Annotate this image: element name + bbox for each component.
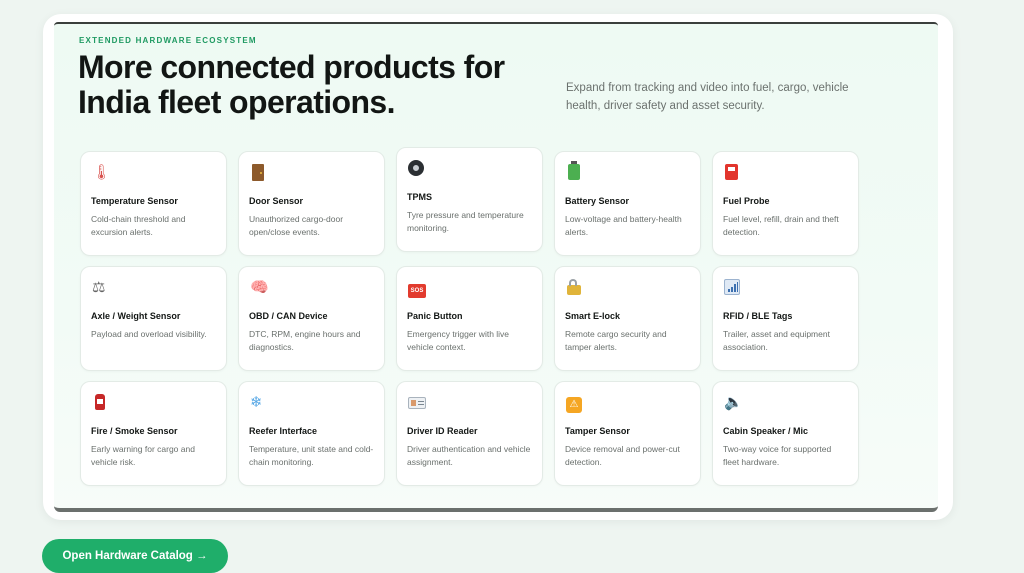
product-desc: Temperature, unit state and cold-chain m… bbox=[249, 444, 374, 467]
open-hardware-catalog-button[interactable]: Open Hardware Catalog → bbox=[42, 539, 228, 573]
tamper-icon: ⚠ bbox=[566, 394, 584, 413]
product-desc: Two-way voice for supported fleet hardwa… bbox=[723, 444, 832, 467]
product-desc: Driver authentication and vehicle assign… bbox=[407, 444, 531, 467]
battery-icon bbox=[566, 161, 584, 182]
product-title: Reefer Interface bbox=[249, 426, 318, 436]
product-title: Battery Sensor bbox=[565, 196, 630, 206]
tire-icon bbox=[408, 160, 426, 178]
product-desc: Remote cargo security and tamper alerts. bbox=[565, 329, 667, 352]
product-card-driver-id-reader[interactable]: Driver ID Reader Driver authentication a… bbox=[396, 381, 543, 486]
product-desc: Fuel level, refill, drain and theft dete… bbox=[723, 214, 839, 237]
product-desc: Tyre pressure and temperature monitoring… bbox=[407, 210, 524, 233]
speaker-icon: 🔈 bbox=[724, 394, 743, 411]
product-title: OBD / CAN Device bbox=[249, 311, 328, 321]
product-card-tpms[interactable]: TPMS Tyre pressure and temperature monit… bbox=[396, 147, 543, 252]
product-card-tamper-sensor[interactable]: ⚠ Tamper Sensor Device removal and power… bbox=[554, 381, 701, 486]
product-card-rfid-ble-tags[interactable]: RFID / BLE Tags Trailer, asset and equip… bbox=[712, 266, 859, 371]
scale-icon: ⚖ bbox=[92, 279, 106, 296]
product-title: Cabin Speaker / Mic bbox=[723, 426, 809, 436]
product-title: Driver ID Reader bbox=[407, 426, 478, 436]
product-desc: DTC, RPM, engine hours and diagnostics. bbox=[249, 329, 361, 352]
product-title: Axle / Weight Sensor bbox=[91, 311, 181, 321]
sos-label: SOS bbox=[408, 284, 426, 298]
product-desc: Low-voltage and battery-health alerts. bbox=[565, 214, 682, 237]
product-card-panic-button[interactable]: SOS Panic Button Emergency trigger with … bbox=[396, 266, 543, 371]
lock-icon bbox=[566, 279, 584, 297]
fuel-pump-icon bbox=[724, 164, 742, 182]
product-title: Fire / Smoke Sensor bbox=[91, 426, 178, 436]
product-card-smart-e-lock[interactable]: Smart E-lock Remote cargo security and t… bbox=[554, 266, 701, 371]
section-intro: Expand from tracking and video into fuel… bbox=[566, 82, 849, 112]
tamper-glyph: ⚠ bbox=[566, 397, 582, 413]
brain-icon: 🧠 bbox=[250, 279, 269, 296]
snowflake-icon: ❄ bbox=[250, 394, 263, 411]
product-card-fuel-probe[interactable]: Fuel Probe Fuel level, refill, drain and… bbox=[712, 151, 859, 256]
product-desc: Emergency trigger with live vehicle cont… bbox=[407, 329, 510, 352]
product-title: Panic Button bbox=[407, 311, 463, 321]
product-title: RFID / BLE Tags bbox=[723, 311, 793, 321]
product-title: Fuel Probe bbox=[723, 196, 770, 206]
product-card-temperature-sensor[interactable]: 🌡 Temperature Sensor Cold-chain threshol… bbox=[80, 151, 227, 256]
product-desc: Unauthorized cargo-door open/close event… bbox=[249, 214, 344, 237]
product-card-axle-weight-sensor[interactable]: ⚖ Axle / Weight Sensor Payload and overl… bbox=[80, 266, 227, 371]
section-eyebrow: EXTENDED HARDWARE ECOSYSTEM bbox=[79, 36, 257, 45]
product-title: Door Sensor bbox=[249, 196, 304, 206]
product-grid: 🌡 Temperature Sensor Cold-chain threshol… bbox=[80, 147, 859, 486]
product-card-cabin-speaker-mic[interactable]: 🔈 Cabin Speaker / Mic Two-way voice for … bbox=[712, 381, 859, 486]
product-card-door-sensor[interactable]: Door Sensor Unauthorized cargo-door open… bbox=[238, 151, 385, 256]
product-card-reefer-interface[interactable]: ❄ Reefer Interface Temperature, unit sta… bbox=[238, 381, 385, 486]
product-title: Smart E-lock bbox=[565, 311, 621, 321]
product-desc: Device removal and power-cut detection. bbox=[565, 444, 680, 467]
product-desc: Payload and overload visibility. bbox=[91, 329, 207, 339]
product-card-battery-sensor[interactable]: Battery Sensor Low-voltage and battery-h… bbox=[554, 151, 701, 256]
door-icon bbox=[250, 164, 268, 182]
product-title: Tamper Sensor bbox=[565, 426, 630, 436]
sos-icon: SOS bbox=[408, 279, 426, 298]
product-title: TPMS bbox=[407, 192, 433, 202]
product-card-obd-can-device[interactable]: 🧠 OBD / CAN Device DTC, RPM, engine hour… bbox=[238, 266, 385, 371]
product-desc: Early warning for cargo and vehicle risk… bbox=[91, 444, 195, 467]
id-card-icon bbox=[408, 394, 426, 412]
product-desc: Cold-chain threshold and excursion alert… bbox=[91, 214, 186, 237]
section-headline: More connected products for India fleet … bbox=[78, 49, 505, 120]
product-card-fire-smoke-sensor[interactable]: Fire / Smoke Sensor Early warning for ca… bbox=[80, 381, 227, 486]
signal-bars-icon bbox=[724, 279, 742, 297]
product-title: Temperature Sensor bbox=[91, 196, 178, 206]
thermometer-icon: 🌡 bbox=[92, 164, 112, 181]
product-desc: Trailer, asset and equipment association… bbox=[723, 329, 830, 352]
fire-extinguisher-icon bbox=[92, 394, 110, 412]
